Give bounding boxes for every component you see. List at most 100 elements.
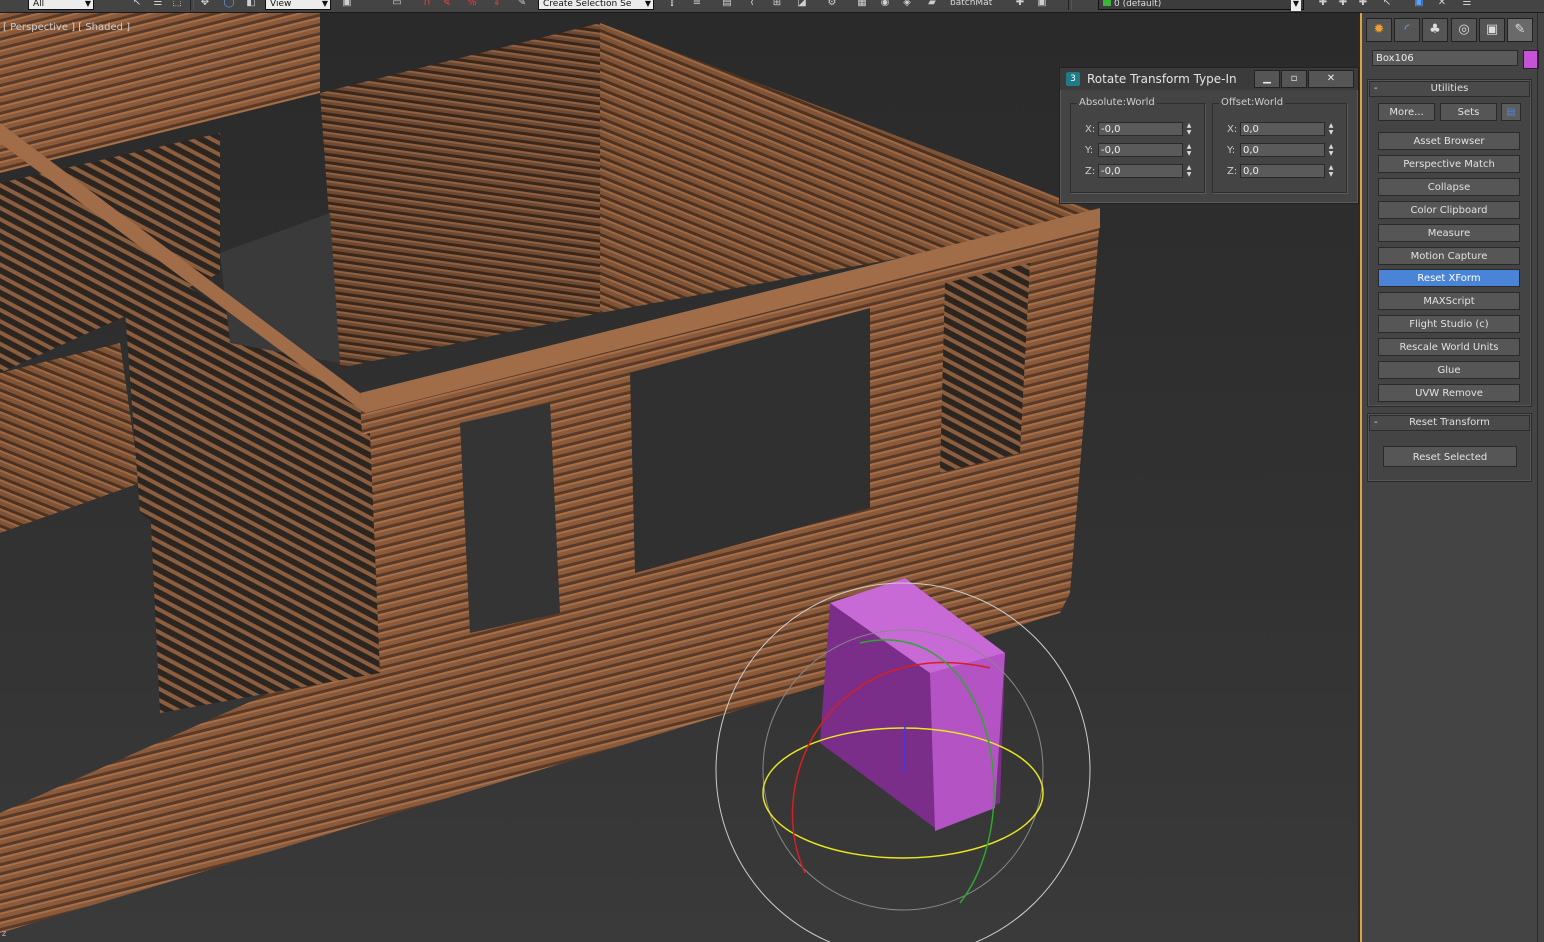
configure-sets-icon[interactable]: ▤	[1501, 103, 1521, 121]
absolute-y-input[interactable]: -0,0	[1098, 143, 1183, 157]
absolute-world-group: Absolute:World X: -0,0 ▲ ▼ Y: -0,0 ▲ ▼ Z: …	[1070, 97, 1205, 193]
chevron-down-icon: ▼	[84, 0, 91, 8]
y-label: Y:	[1085, 145, 1094, 156]
x-label: X:	[1227, 124, 1238, 135]
utility-color-clipboard-button[interactable]: Color Clipboard	[1378, 200, 1520, 219]
reference-coord-dropdown[interactable]: View ▼	[265, 0, 331, 10]
render-icon[interactable]: ◉	[878, 0, 892, 10]
utility-rescale-world-units-button[interactable]: Rescale World Units	[1378, 338, 1520, 357]
toolbar-separator	[1068, 0, 1072, 10]
utility-measure-button[interactable]: Measure	[1378, 223, 1520, 242]
offset-y-input[interactable]: 0,0	[1240, 143, 1325, 157]
layer-properties-icon[interactable]: ▣	[1035, 0, 1049, 10]
edit-named-selection-icon[interactable]: ✎	[515, 0, 529, 10]
object-name-field[interactable]: Box106	[1372, 50, 1518, 66]
back-wall	[320, 23, 600, 368]
rotate-transform-dialog: 3 Rotate Transform Type-In ▁ ▫ ✕ Absolut…	[1059, 67, 1359, 204]
scale-icon[interactable]: ◧	[244, 0, 258, 10]
panel-scrollbar[interactable]	[1537, 13, 1538, 942]
named-selection-dropdown[interactable]: Create Selection Se ▼	[538, 0, 654, 10]
offset-world-group: Offset:World X: 0,0 ▲ ▼ Y: 0,0 ▲ ▼ Z: 0,0 …	[1212, 97, 1347, 193]
select-by-name-icon[interactable]: ☰	[151, 0, 165, 10]
set-current-layer-icon[interactable]: ↖	[1380, 0, 1394, 10]
utility-collapse-button[interactable]: Collapse	[1378, 177, 1520, 196]
sets-button[interactable]: Sets	[1440, 103, 1497, 121]
schematic-view-icon[interactable]: ⊞	[770, 0, 784, 10]
utilities-tab-icon[interactable]: ✎	[1507, 18, 1533, 42]
snap-toggle-icon[interactable]: ∩	[420, 0, 434, 10]
utility-maxscript-button[interactable]: MAXScript	[1378, 292, 1520, 311]
minimize-icon[interactable]: ▁	[1254, 70, 1280, 88]
mirror-icon[interactable]: ⫿	[665, 0, 679, 10]
utility-asset-browser-button[interactable]: Asset Browser	[1378, 132, 1520, 150]
spinner-icon[interactable]: ▲ ▼	[1326, 143, 1336, 157]
pivot-center-icon[interactable]: ▣	[340, 0, 354, 10]
material-editor-icon[interactable]: ◪	[795, 0, 809, 10]
align-icon[interactable]: ≡	[690, 0, 704, 10]
spinner-icon[interactable]: ▲ ▼	[1184, 164, 1194, 178]
offset-z-input[interactable]: 0,0	[1240, 164, 1325, 178]
spinner-icon[interactable]: ▲ ▼	[1184, 143, 1194, 157]
spinner-icon[interactable]: ▲ ▼	[1326, 122, 1336, 136]
utility-motion-capture-button[interactable]: Motion Capture	[1378, 246, 1520, 265]
more-button[interactable]: More...	[1378, 103, 1435, 121]
rect-selection-icon[interactable]: ⬚	[170, 0, 184, 10]
spinner-icon[interactable]: ▲ ▼	[1184, 122, 1194, 136]
window-opening-2	[940, 263, 1030, 473]
utility-glue-button[interactable]: Glue	[1378, 361, 1520, 379]
angle-snap-icon[interactable]: ∢	[440, 0, 454, 10]
utility-reset-xform-button[interactable]: Reset XForm	[1378, 269, 1520, 288]
batch-material-label[interactable]: batchMat	[950, 0, 992, 10]
select-manipulate-icon[interactable]: ▭	[390, 0, 404, 10]
select-in-layer-icon[interactable]: ✚	[1356, 0, 1370, 10]
collapse-icon: -	[1374, 417, 1378, 428]
move-icon[interactable]: ✥	[198, 0, 212, 10]
maximize-icon[interactable]: ▫	[1281, 70, 1307, 88]
layer-color-swatch	[1103, 0, 1111, 6]
toolbar-separator	[190, 0, 194, 10]
layer-dropdown[interactable]: 0 (default) ▼	[1098, 0, 1304, 11]
utilities-rollout-header[interactable]: - Utilities	[1369, 81, 1530, 97]
select-object-icon[interactable]: ↖	[130, 0, 144, 10]
app-logo-icon: 3	[1066, 72, 1080, 86]
utility-flight-studio-c-button[interactable]: Flight Studio (c)	[1378, 315, 1520, 334]
add-to-layer-icon[interactable]: ✚	[1336, 0, 1350, 10]
list-icon[interactable]: ☰	[1460, 0, 1474, 10]
z-label: Z:	[1227, 166, 1238, 177]
rendered-frame-icon[interactable]: ▦	[855, 0, 869, 10]
offset-x-row: X: 0,0 ▲ ▼	[1213, 121, 1346, 139]
render-setup-icon[interactable]: ⚙	[825, 0, 839, 10]
viewport-label[interactable]: [ Perspective ] [ Shaded ]	[3, 22, 130, 33]
create-layer-icon[interactable]: ✚	[1316, 0, 1330, 10]
quick-render-icon[interactable]: ▰	[925, 0, 939, 10]
offset-x-input[interactable]: 0,0	[1240, 122, 1325, 136]
reset-selected-button[interactable]: Reset Selected	[1383, 446, 1517, 467]
motion-tab-icon[interactable]: ◎	[1451, 18, 1477, 42]
dialog-title-bar[interactable]: 3 Rotate Transform Type-In ▁ ▫ ✕	[1060, 68, 1358, 90]
modify-tab-icon[interactable]: ◜	[1394, 18, 1420, 42]
chevron-down-icon: ▼	[644, 0, 651, 8]
layer-manager-icon[interactable]: ▤	[720, 0, 734, 10]
hierarchy-tab-icon[interactable]: ♣	[1422, 18, 1448, 42]
utilities-title: Utilities	[1430, 83, 1469, 94]
utility-perspective-match-button[interactable]: Perspective Match	[1378, 154, 1520, 173]
display-tab-icon[interactable]: ▣	[1479, 18, 1505, 42]
dialog-title: Rotate Transform Type-In	[1087, 72, 1237, 86]
close-icon[interactable]: ✕	[1308, 70, 1354, 88]
reset-transform-rollout-header[interactable]: - Reset Transform	[1369, 415, 1530, 431]
spinner-snap-icon[interactable]: ⇕	[490, 0, 504, 10]
close-icon[interactable]: ✕	[1435, 0, 1449, 10]
spinner-icon[interactable]: ▲ ▼	[1326, 164, 1336, 178]
absolute-z-input[interactable]: -0,0	[1098, 164, 1183, 178]
rotate-icon[interactable]: ◯	[222, 0, 236, 10]
percent-snap-icon[interactable]: %	[465, 0, 479, 10]
curve-editor-icon[interactable]: ⌇	[745, 0, 759, 10]
collapse-icon: -	[1374, 83, 1378, 94]
maxscript-listener-icon[interactable]: ▣	[1412, 0, 1426, 10]
render-iterative-icon[interactable]: ◈	[900, 0, 914, 10]
add-icon[interactable]: ✚	[1013, 0, 1027, 10]
utility-uvw-remove-button[interactable]: UVW Remove	[1378, 383, 1520, 402]
selection-filter-dropdown[interactable]: All ▼	[28, 0, 94, 10]
absolute-x-input[interactable]: -0,0	[1098, 122, 1183, 136]
create-tab-icon[interactable]: ✹	[1366, 18, 1392, 42]
